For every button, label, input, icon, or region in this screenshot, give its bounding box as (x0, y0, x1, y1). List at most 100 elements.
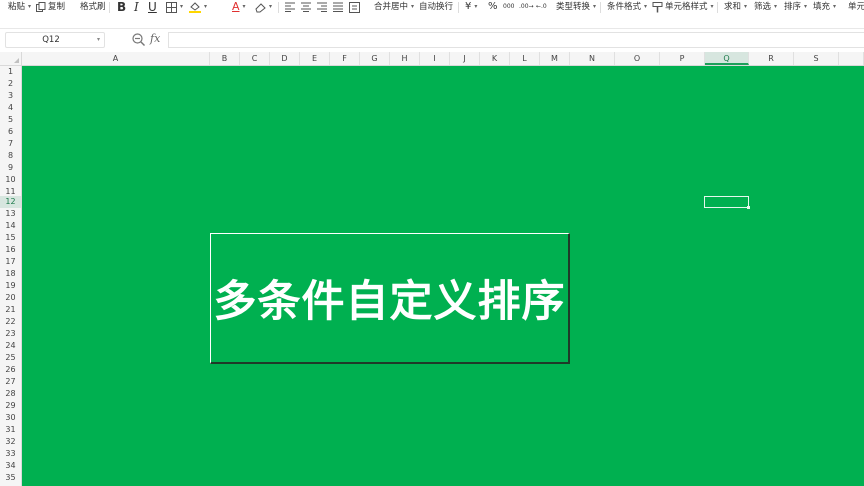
title-text-box[interactable]: 多条件自定义排序 (210, 233, 570, 364)
thousands-button[interactable]: 000 (503, 0, 514, 14)
select-all-button[interactable] (0, 52, 22, 65)
row-header[interactable]: 21 (0, 304, 21, 316)
format-painter-button[interactable]: 格式刷 (80, 0, 106, 14)
column-header-p[interactable]: P (660, 52, 705, 65)
row-header[interactable]: 15 (0, 232, 21, 244)
increase-decimal-button[interactable]: .00→ (519, 0, 534, 14)
row-header[interactable]: 35 (0, 472, 21, 484)
row-header[interactable]: 2 (0, 78, 21, 90)
formula-bar: Q12 ▾ fx (0, 28, 864, 50)
align-left-button[interactable] (285, 0, 295, 14)
row-header[interactable]: 13 (0, 208, 21, 220)
column-header-c[interactable]: C (240, 52, 270, 65)
row-header[interactable]: 28 (0, 388, 21, 400)
row-header[interactable]: 9 (0, 162, 21, 174)
cell-style-button[interactable]: 单元格样式 ▾ (652, 0, 714, 14)
bold-button[interactable]: B (117, 0, 126, 14)
column-header-n[interactable]: N (570, 52, 615, 65)
border-button[interactable]: ▾ (166, 0, 183, 14)
column-header-b[interactable]: B (210, 52, 240, 65)
column-header-e[interactable]: E (300, 52, 330, 65)
column-header-next[interactable] (839, 52, 864, 65)
column-header-k[interactable]: K (480, 52, 510, 65)
italic-button[interactable]: I (134, 0, 139, 14)
chevron-down-icon: ▾ (180, 3, 184, 10)
align-center-button[interactable] (301, 0, 311, 14)
cell-menu-button[interactable]: 单元 (848, 0, 864, 14)
column-header-g[interactable]: G (360, 52, 390, 65)
underline-button[interactable]: U (148, 0, 157, 14)
fill-button[interactable]: 填充 ▾ (813, 0, 836, 14)
column-header-r[interactable]: R (749, 52, 794, 65)
wrap-text-label: 自动换行 (419, 2, 454, 12)
row-header-active[interactable]: 12 (0, 196, 21, 208)
row-header[interactable]: 10 (0, 174, 21, 186)
selected-cell-q12[interactable] (704, 196, 750, 209)
justify-button[interactable] (333, 0, 343, 14)
distribute-button[interactable] (349, 0, 360, 14)
currency-button[interactable]: ¥ ▾ (465, 0, 477, 14)
row-header[interactable]: 30 (0, 412, 21, 424)
merge-center-button[interactable]: 合并居中 ▾ (374, 0, 414, 14)
row-header[interactable]: 6 (0, 126, 21, 138)
formula-input[interactable] (168, 32, 864, 48)
column-header-a[interactable]: A (22, 52, 210, 65)
column-header-bar: A B C D E F G H I J K L M N O P Q R S (0, 52, 864, 66)
type-convert-button[interactable]: 类型转换 ▾ (556, 0, 596, 14)
row-header[interactable]: 18 (0, 268, 21, 280)
row-header[interactable]: 27 (0, 376, 21, 388)
column-header-d[interactable]: D (270, 52, 300, 65)
wrap-text-button[interactable]: 自动换行 (419, 0, 453, 14)
column-header-s[interactable]: S (794, 52, 839, 65)
row-header[interactable]: 24 (0, 340, 21, 352)
row-header[interactable]: 25 (0, 352, 21, 364)
name-box[interactable]: Q12 ▾ (5, 32, 105, 48)
row-header[interactable]: 5 (0, 114, 21, 126)
row-header[interactable]: 34 (0, 460, 21, 472)
row-header[interactable]: 22 (0, 316, 21, 328)
toolbar-divider (109, 2, 110, 13)
row-header[interactable]: 7 (0, 138, 21, 150)
conditional-format-button[interactable]: 条件格式 ▾ (607, 0, 647, 14)
toolbar-divider (717, 2, 718, 13)
row-header[interactable]: 31 (0, 424, 21, 436)
column-header-i[interactable]: I (420, 52, 450, 65)
row-header[interactable]: 17 (0, 256, 21, 268)
decrease-decimal-button[interactable]: ←.0 (536, 0, 547, 14)
row-header[interactable]: 33 (0, 448, 21, 460)
row-header[interactable]: 16 (0, 244, 21, 256)
column-header-f[interactable]: F (330, 52, 360, 65)
column-header-l[interactable]: L (510, 52, 540, 65)
row-header[interactable]: 32 (0, 436, 21, 448)
row-header[interactable]: 23 (0, 328, 21, 340)
sort-button[interactable]: 排序 ▾ (784, 0, 807, 14)
column-header-o[interactable]: O (615, 52, 660, 65)
row-header-bar: 1 2 3 4 5 6 7 8 9 10 11 12 13 14 15 16 1… (0, 66, 22, 486)
fill-color-button[interactable]: ▾ (189, 0, 207, 14)
sum-button[interactable]: 求和 ▾ (724, 0, 747, 14)
column-header-h[interactable]: H (390, 52, 420, 65)
row-header[interactable]: 20 (0, 292, 21, 304)
row-header[interactable]: 8 (0, 150, 21, 162)
row-header[interactable]: 14 (0, 220, 21, 232)
column-header-j[interactable]: J (450, 52, 480, 65)
row-header[interactable]: 1 (0, 66, 21, 78)
paste-button[interactable]: 粘贴 ▾ (8, 0, 31, 14)
filter-button[interactable]: 筛选 ▾ (754, 0, 777, 14)
percent-button[interactable]: % (488, 0, 498, 14)
merge-center-label: 合并居中 (374, 2, 409, 12)
conditional-format-label: 条件格式 (607, 2, 642, 12)
function-icon[interactable]: fx (150, 32, 160, 45)
row-header[interactable]: 4 (0, 102, 21, 114)
copy-button[interactable]: 复制 (36, 0, 65, 14)
column-header-m[interactable]: M (540, 52, 570, 65)
row-header[interactable]: 3 (0, 90, 21, 102)
row-header[interactable]: 19 (0, 280, 21, 292)
zoom-icon[interactable] (132, 33, 145, 49)
column-header-q[interactable]: Q (705, 52, 749, 65)
row-header[interactable]: 26 (0, 364, 21, 376)
row-header[interactable]: 29 (0, 400, 21, 412)
align-right-button[interactable] (317, 0, 327, 14)
font-color-button[interactable]: A ▾ (232, 0, 246, 14)
clear-button[interactable]: ▾ (255, 0, 272, 14)
